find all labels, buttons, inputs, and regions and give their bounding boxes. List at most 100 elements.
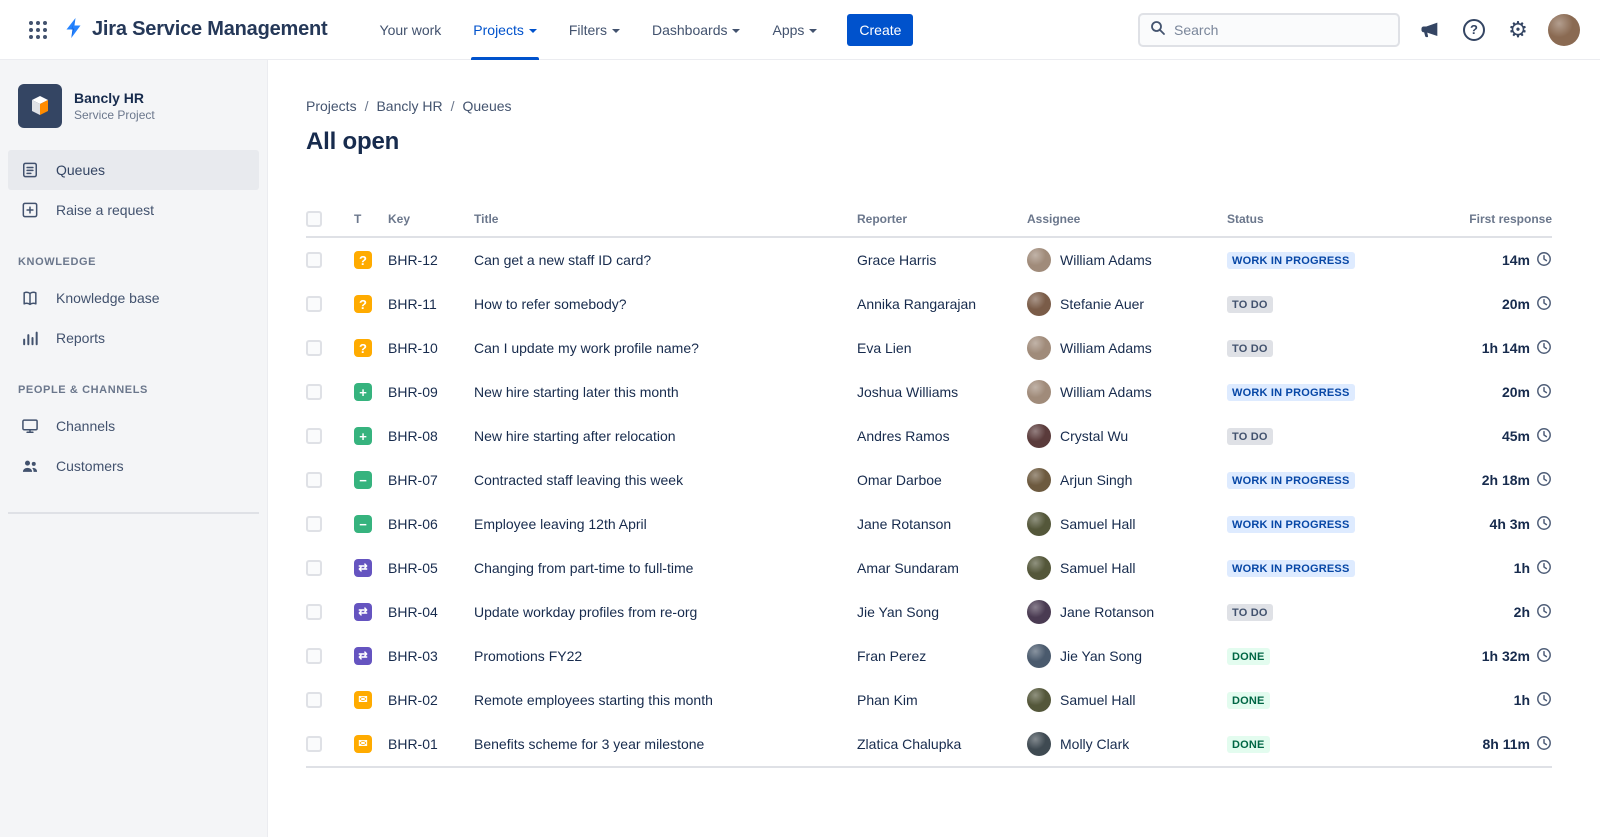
issue-key[interactable]: BHR-12	[388, 252, 474, 268]
row-checkbox[interactable]	[306, 516, 322, 532]
col-header-first-response[interactable]: First response	[1432, 212, 1552, 226]
sidebar-item-channels[interactable]: Channels	[8, 406, 259, 446]
issue-title[interactable]: Changing from part-time to full-time	[474, 560, 857, 576]
row-checkbox[interactable]	[306, 692, 322, 708]
sidebar-item-queues[interactable]: Queues	[8, 150, 259, 190]
assignee-avatar	[1027, 336, 1051, 360]
primary-nav: Your work Projects Filters Dashboards Ap…	[364, 0, 834, 60]
project-subtitle: Service Project	[74, 108, 155, 122]
issue-key[interactable]: BHR-03	[388, 648, 474, 664]
sidebar-item-label: Customers	[56, 458, 124, 474]
clock-icon	[1536, 251, 1552, 270]
row-checkbox[interactable]	[306, 560, 322, 576]
issue-title[interactable]: Employee leaving 12th April	[474, 516, 857, 532]
status-badge: DONE	[1227, 648, 1270, 665]
jira-brand[interactable]: Jira Service Management	[62, 16, 328, 43]
megaphone-icon[interactable]	[1416, 16, 1444, 44]
issue-title[interactable]: Benefits scheme for 3 year milestone	[474, 736, 857, 752]
nav-projects[interactable]: Projects	[457, 0, 553, 60]
first-response-time: 1h 14m	[1481, 340, 1530, 356]
issue-key[interactable]: BHR-05	[388, 560, 474, 576]
assignee-avatar	[1027, 380, 1051, 404]
table-row[interactable]: − BHR-07 Contracted staff leaving this w…	[306, 458, 1552, 502]
nav-dashboards[interactable]: Dashboards	[636, 0, 757, 60]
app-switcher-icon[interactable]	[22, 14, 54, 46]
table-row[interactable]: + BHR-09 New hire starting later this mo…	[306, 370, 1552, 414]
table-row[interactable]: ⇄ BHR-03 Promotions FY22 Fran Perez Jie …	[306, 634, 1552, 678]
table-row[interactable]: ✉ BHR-01 Benefits scheme for 3 year mile…	[306, 722, 1552, 766]
issue-title[interactable]: New hire starting later this month	[474, 384, 857, 400]
assignee-name: Jie Yan Song	[1060, 648, 1142, 664]
issue-title[interactable]: Contracted staff leaving this week	[474, 472, 857, 488]
issue-title[interactable]: Can get a new staff ID card?	[474, 252, 857, 268]
issue-title[interactable]: Promotions FY22	[474, 648, 857, 664]
breadcrumb: Projects / Bancly HR / Queues	[306, 98, 1552, 114]
sidebar-item-customers[interactable]: Customers	[8, 446, 259, 486]
project-header: Bancly HR Service Project	[0, 84, 267, 150]
global-search[interactable]	[1138, 12, 1400, 47]
issue-key[interactable]: BHR-07	[388, 472, 474, 488]
issue-title[interactable]: How to refer somebody?	[474, 296, 857, 312]
row-checkbox[interactable]	[306, 428, 322, 444]
sidebar-item-reports[interactable]: Reports	[8, 318, 259, 358]
issue-title[interactable]: Remote employees starting this month	[474, 692, 857, 708]
breadcrumb-projects[interactable]: Projects	[306, 98, 357, 114]
reporter-name: Joshua Williams	[857, 384, 959, 400]
nav-your-work[interactable]: Your work	[364, 0, 458, 60]
table-row[interactable]: ? BHR-10 Can I update my work profile na…	[306, 326, 1552, 370]
status-badge: DONE	[1227, 692, 1270, 709]
table-row[interactable]: − BHR-06 Employee leaving 12th April Jan…	[306, 502, 1552, 546]
table-row[interactable]: ? BHR-11 How to refer somebody? Annika R…	[306, 282, 1552, 326]
table-row[interactable]: ⇄ BHR-04 Update workday profiles from re…	[306, 590, 1552, 634]
issue-key[interactable]: BHR-06	[388, 516, 474, 532]
breadcrumb-queues[interactable]: Queues	[463, 98, 512, 114]
issue-key[interactable]: BHR-11	[388, 296, 474, 312]
issue-key[interactable]: BHR-04	[388, 604, 474, 620]
row-checkbox[interactable]	[306, 648, 322, 664]
page-title: All open	[306, 128, 400, 155]
create-button[interactable]: Create	[847, 13, 914, 46]
table-row[interactable]: + BHR-08 New hire starting after relocat…	[306, 414, 1552, 458]
row-checkbox[interactable]	[306, 604, 322, 620]
col-header-key[interactable]: Key	[388, 212, 474, 226]
breadcrumb-project-name[interactable]: Bancly HR	[376, 98, 442, 114]
issue-key[interactable]: BHR-10	[388, 340, 474, 356]
col-header-title[interactable]: Title	[474, 212, 857, 226]
col-header-assignee[interactable]: Assignee	[1027, 212, 1227, 226]
row-checkbox[interactable]	[306, 252, 322, 268]
table-row[interactable]: ✉ BHR-02 Remote employees starting this …	[306, 678, 1552, 722]
sidebar-item-raise-request[interactable]: Raise a request	[8, 190, 259, 230]
issue-title[interactable]: New hire starting after relocation	[474, 428, 857, 444]
issue-key[interactable]: BHR-02	[388, 692, 474, 708]
help-icon[interactable]: ?	[1460, 16, 1488, 44]
row-checkbox[interactable]	[306, 384, 322, 400]
row-checkbox[interactable]	[306, 296, 322, 312]
settings-gear-icon[interactable]: ⚙	[1504, 16, 1532, 44]
table-row[interactable]: ⇄ BHR-05 Changing from part-time to full…	[306, 546, 1552, 590]
nav-apps[interactable]: Apps	[756, 0, 833, 60]
col-header-status[interactable]: Status	[1227, 212, 1432, 226]
issue-key[interactable]: BHR-01	[388, 736, 474, 752]
first-response-time: 2h	[1513, 604, 1530, 620]
search-input[interactable]	[1174, 21, 1388, 38]
table-row[interactable]: ? BHR-12 Can get a new staff ID card? Gr…	[306, 238, 1552, 282]
issue-title[interactable]: Update workday profiles from re-org	[474, 604, 857, 620]
assignee-avatar	[1027, 292, 1051, 316]
select-all-checkbox[interactable]	[306, 211, 322, 227]
row-checkbox[interactable]	[306, 736, 322, 752]
email-type-icon: ✉	[354, 691, 372, 709]
col-header-type[interactable]: T	[354, 212, 388, 226]
issue-key[interactable]: BHR-08	[388, 428, 474, 444]
row-checkbox[interactable]	[306, 472, 322, 488]
issue-key[interactable]: BHR-09	[388, 384, 474, 400]
sidebar-item-knowledge-base[interactable]: Knowledge base	[8, 278, 259, 318]
col-header-reporter[interactable]: Reporter	[857, 212, 1027, 226]
question-mark-glyph: ?	[1463, 18, 1485, 41]
assignee-name: Samuel Hall	[1060, 560, 1136, 576]
clock-icon	[1536, 383, 1552, 402]
user-avatar[interactable]	[1548, 13, 1580, 46]
nav-filters[interactable]: Filters	[553, 0, 636, 60]
issue-title[interactable]: Can I update my work profile name?	[474, 340, 857, 356]
main-content: Projects / Bancly HR / Queues All open T…	[268, 60, 1600, 837]
row-checkbox[interactable]	[306, 340, 322, 356]
